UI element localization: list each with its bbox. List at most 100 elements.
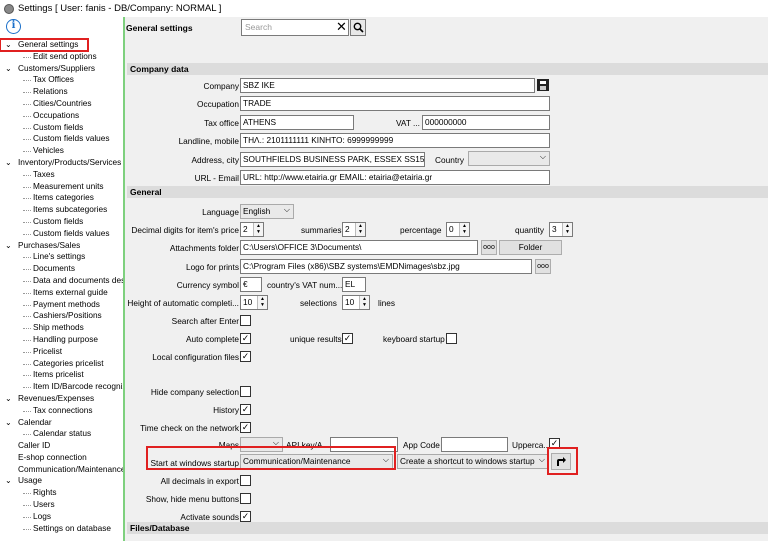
- tree-item[interactable]: Pricelist: [0, 346, 123, 358]
- tree-item[interactable]: Taxes: [0, 169, 123, 181]
- tree-item[interactable]: Custom fields values: [0, 228, 123, 240]
- tree-item[interactable]: ⌄ Usage: [0, 475, 123, 487]
- auto-complete-checkbox[interactable]: ✓: [240, 333, 251, 344]
- logo-field[interactable]: C:\Program Files (x86)\SBZ systems\EMDNi…: [240, 259, 532, 274]
- tree-item[interactable]: Items external guide: [0, 287, 123, 299]
- height-spinner[interactable]: 10 ▲ ▼: [240, 295, 268, 310]
- local-config-checkbox[interactable]: ✓: [240, 351, 251, 362]
- settings-tree[interactable]: i ⌄ General settings Edit send options ⌄ Cus…: [0, 17, 125, 541]
- unique-results-checkbox[interactable]: ✓: [342, 333, 353, 344]
- tree-item[interactable]: Categories pricelist: [0, 358, 123, 370]
- tree-item[interactable]: Caller ID: [0, 440, 123, 452]
- folder-button[interactable]: Folder: [499, 240, 562, 255]
- main-panel: General settings Search ✕ Company data C…: [126, 17, 768, 541]
- url-email-field[interactable]: URL: http://www.etairia.gr EMAIL: etairi…: [240, 170, 550, 185]
- tree-item[interactable]: Line's settings: [0, 251, 123, 263]
- vat-field[interactable]: 000000000: [422, 115, 550, 130]
- tree-item[interactable]: Custom fields values: [0, 133, 123, 145]
- tree-item[interactable]: Measurement units: [0, 181, 123, 193]
- activate-sounds-checkbox[interactable]: ✓: [240, 511, 251, 522]
- search-input[interactable]: Search: [241, 19, 349, 36]
- tree-item[interactable]: Item ID/Barcode recogniz: [0, 381, 123, 393]
- keyboard-startup-checkbox[interactable]: [446, 333, 457, 344]
- tree-item[interactable]: Relations: [0, 86, 123, 98]
- tree-item[interactable]: Settings on database: [0, 523, 123, 535]
- spinner-arrows-icon[interactable]: ▲ ▼: [459, 223, 469, 236]
- tree-item[interactable]: Items subcategories: [0, 204, 123, 216]
- tree-item-label: Custom fields: [33, 215, 84, 226]
- tree-item[interactable]: ⌄ Customers/Suppliers: [0, 63, 123, 75]
- chevron-down-icon[interactable]: ⌄: [5, 157, 12, 169]
- save-icon[interactable]: [537, 79, 549, 91]
- spinner-arrows-icon[interactable]: ▲ ▼: [355, 223, 365, 236]
- tree-item[interactable]: Tax Offices: [0, 74, 123, 86]
- time-check-label: Time check on the network: [140, 423, 239, 433]
- chevron-down-icon[interactable]: ⌄: [5, 417, 12, 429]
- app-code-field[interactable]: [441, 437, 508, 452]
- clear-search-icon[interactable]: ✕: [334, 19, 349, 36]
- tree-item[interactable]: ⌄ Revenues/Expenses: [0, 393, 123, 405]
- tree-item[interactable]: Ship methods: [0, 322, 123, 334]
- tree-item[interactable]: ⌄ General settings: [0, 38, 89, 52]
- tree-item[interactable]: Communication/Maintenance: [0, 464, 123, 476]
- chevron-down-icon[interactable]: ⌄: [5, 393, 12, 405]
- tree-item[interactable]: E-shop connection: [0, 452, 123, 464]
- selections-spinner[interactable]: 10 ▲ ▼: [342, 295, 370, 310]
- tax-office-field[interactable]: ATHENS: [240, 115, 354, 130]
- info-icon[interactable]: i: [6, 19, 21, 34]
- percentage-spinner[interactable]: 0 ▲ ▼: [446, 222, 470, 237]
- summaries-spinner[interactable]: 2 ▲ ▼: [342, 222, 366, 237]
- chevron-down-icon[interactable]: ⌄: [5, 240, 12, 252]
- tree-item[interactable]: Vehicles: [0, 145, 123, 157]
- tree-item[interactable]: Items pricelist: [0, 369, 123, 381]
- language-select[interactable]: English: [240, 204, 294, 219]
- address-field[interactable]: SOUTHFIELDS BUSINESS PARK, ESSEX SS15 6T…: [240, 152, 425, 167]
- tree-item[interactable]: Logs: [0, 510, 123, 523]
- spinner-arrows-icon[interactable]: ▲ ▼: [359, 296, 369, 309]
- tree-item[interactable]: Occupations: [0, 110, 123, 122]
- tree-item[interactable]: ⌄ Calendar: [0, 417, 123, 429]
- landline-field[interactable]: ΤΗΛ.: 2101111111 ΚΙΝΗΤΟ: 6999999999: [240, 133, 550, 148]
- occupation-field[interactable]: TRADE: [240, 96, 550, 111]
- search-after-enter-checkbox[interactable]: [240, 315, 251, 326]
- spinner-arrows-icon[interactable]: ▲ ▼: [253, 223, 263, 236]
- tree-item[interactable]: Edit send options: [0, 51, 123, 63]
- tree-item[interactable]: Handling purpose: [0, 334, 123, 346]
- tree-item[interactable]: Cities/Countries: [0, 98, 123, 110]
- tree-item[interactable]: ⌄ Inventory/Products/Services: [0, 157, 123, 169]
- show-hide-menu-checkbox[interactable]: [240, 493, 251, 504]
- country-select[interactable]: [468, 151, 550, 166]
- currency-field[interactable]: €: [240, 277, 262, 292]
- hide-company-checkbox[interactable]: [240, 386, 251, 397]
- tree-item[interactable]: Tax connections: [0, 405, 123, 417]
- tree-item[interactable]: Rights: [0, 487, 123, 499]
- spinner-arrows-icon[interactable]: ▲ ▼: [257, 296, 267, 309]
- search-button[interactable]: [350, 19, 366, 36]
- tree-item[interactable]: Cashiers/Positions: [0, 310, 123, 322]
- chevron-down-icon[interactable]: ⌄: [5, 63, 12, 75]
- decimal-digits-spinner[interactable]: 2 ▲ ▼: [240, 222, 264, 237]
- tree-item[interactable]: Payment methods: [0, 299, 123, 311]
- attachments-field[interactable]: C:\Users\OFFICE 3\Documents\: [240, 240, 478, 255]
- spinner-arrows-icon[interactable]: ▲ ▼: [562, 223, 572, 236]
- chevron-down-icon[interactable]: ⌄: [5, 475, 12, 487]
- attachments-browse-button[interactable]: ooo: [481, 240, 497, 255]
- vat-num-field[interactable]: EL: [342, 277, 366, 292]
- logo-browse-button[interactable]: ooo: [535, 259, 551, 274]
- tree-item[interactable]: Calendar status: [0, 428, 123, 440]
- history-checkbox[interactable]: ✓: [240, 404, 251, 415]
- chevron-down-icon[interactable]: ⌄: [5, 39, 12, 51]
- quantity-spinner[interactable]: 3 ▲ ▼: [549, 222, 573, 237]
- shortcut-select[interactable]: Create a shortcut to windows startup: [397, 454, 549, 469]
- time-check-checkbox[interactable]: ✓: [240, 422, 251, 433]
- tree-item[interactable]: ⌄ Purchases/Sales: [0, 240, 123, 252]
- tree-item[interactable]: Items categories: [0, 192, 123, 204]
- company-field[interactable]: SBZ IKE: [240, 78, 535, 93]
- tree-item[interactable]: Users: [0, 499, 123, 511]
- tree-item[interactable]: Custom fields: [0, 215, 123, 228]
- tree-item[interactable]: Documents: [0, 263, 123, 275]
- tree-item[interactable]: Custom fields: [0, 122, 123, 134]
- tree-item-label: Logs: [33, 510, 51, 521]
- tree-item[interactable]: Data and documents desi: [0, 275, 123, 287]
- all-decimals-checkbox[interactable]: [240, 475, 251, 486]
